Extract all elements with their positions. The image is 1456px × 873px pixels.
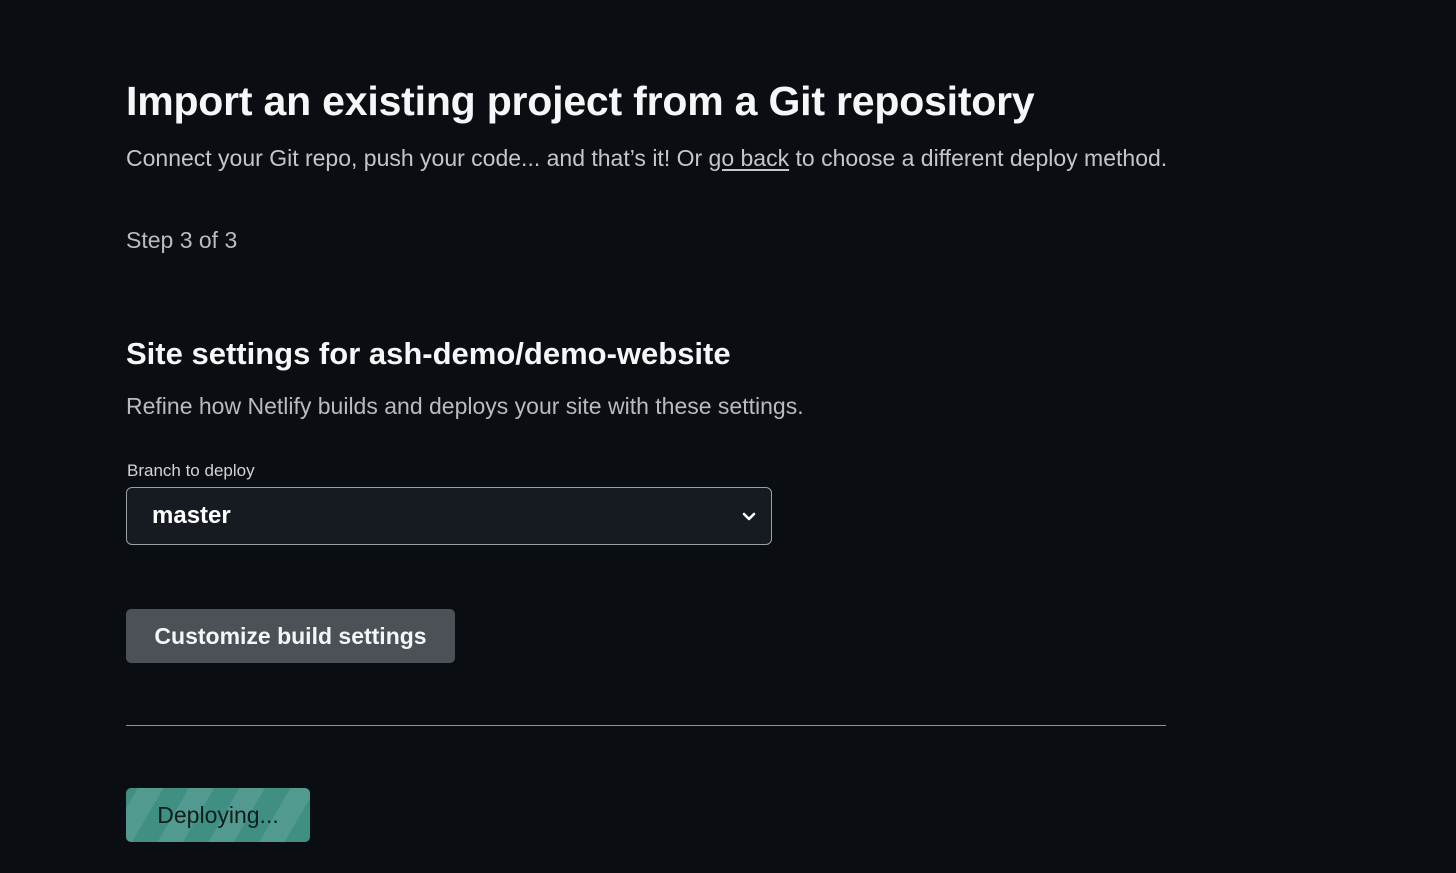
step-indicator: Step 3 of 3 [126,227,238,253]
section-divider [126,725,1166,726]
customize-build-settings-button[interactable]: Customize build settings [126,609,455,663]
intro-text-after: to choose a different deploy method. [789,145,1168,171]
site-settings-description: Refine how Netlify builds and deploys yo… [126,393,804,419]
page-title: Import an existing project from a Git re… [126,78,1035,124]
go-back-link[interactable]: go back [709,145,790,171]
chevron-down-icon [741,508,757,524]
intro-text-before: Connect your Git repo, push your code...… [126,145,709,171]
branch-to-deploy-label: Branch to deploy [127,461,255,480]
page: Import an existing project from a Git re… [0,0,1456,873]
deploying-button[interactable]: Deploying... [126,788,310,842]
intro-text: Connect your Git repo, push your code...… [126,140,1171,176]
branch-select[interactable]: master [126,487,772,545]
branch-select-value: master [152,502,231,529]
site-settings-title: Site settings for ash-demo/demo-website [126,336,731,371]
